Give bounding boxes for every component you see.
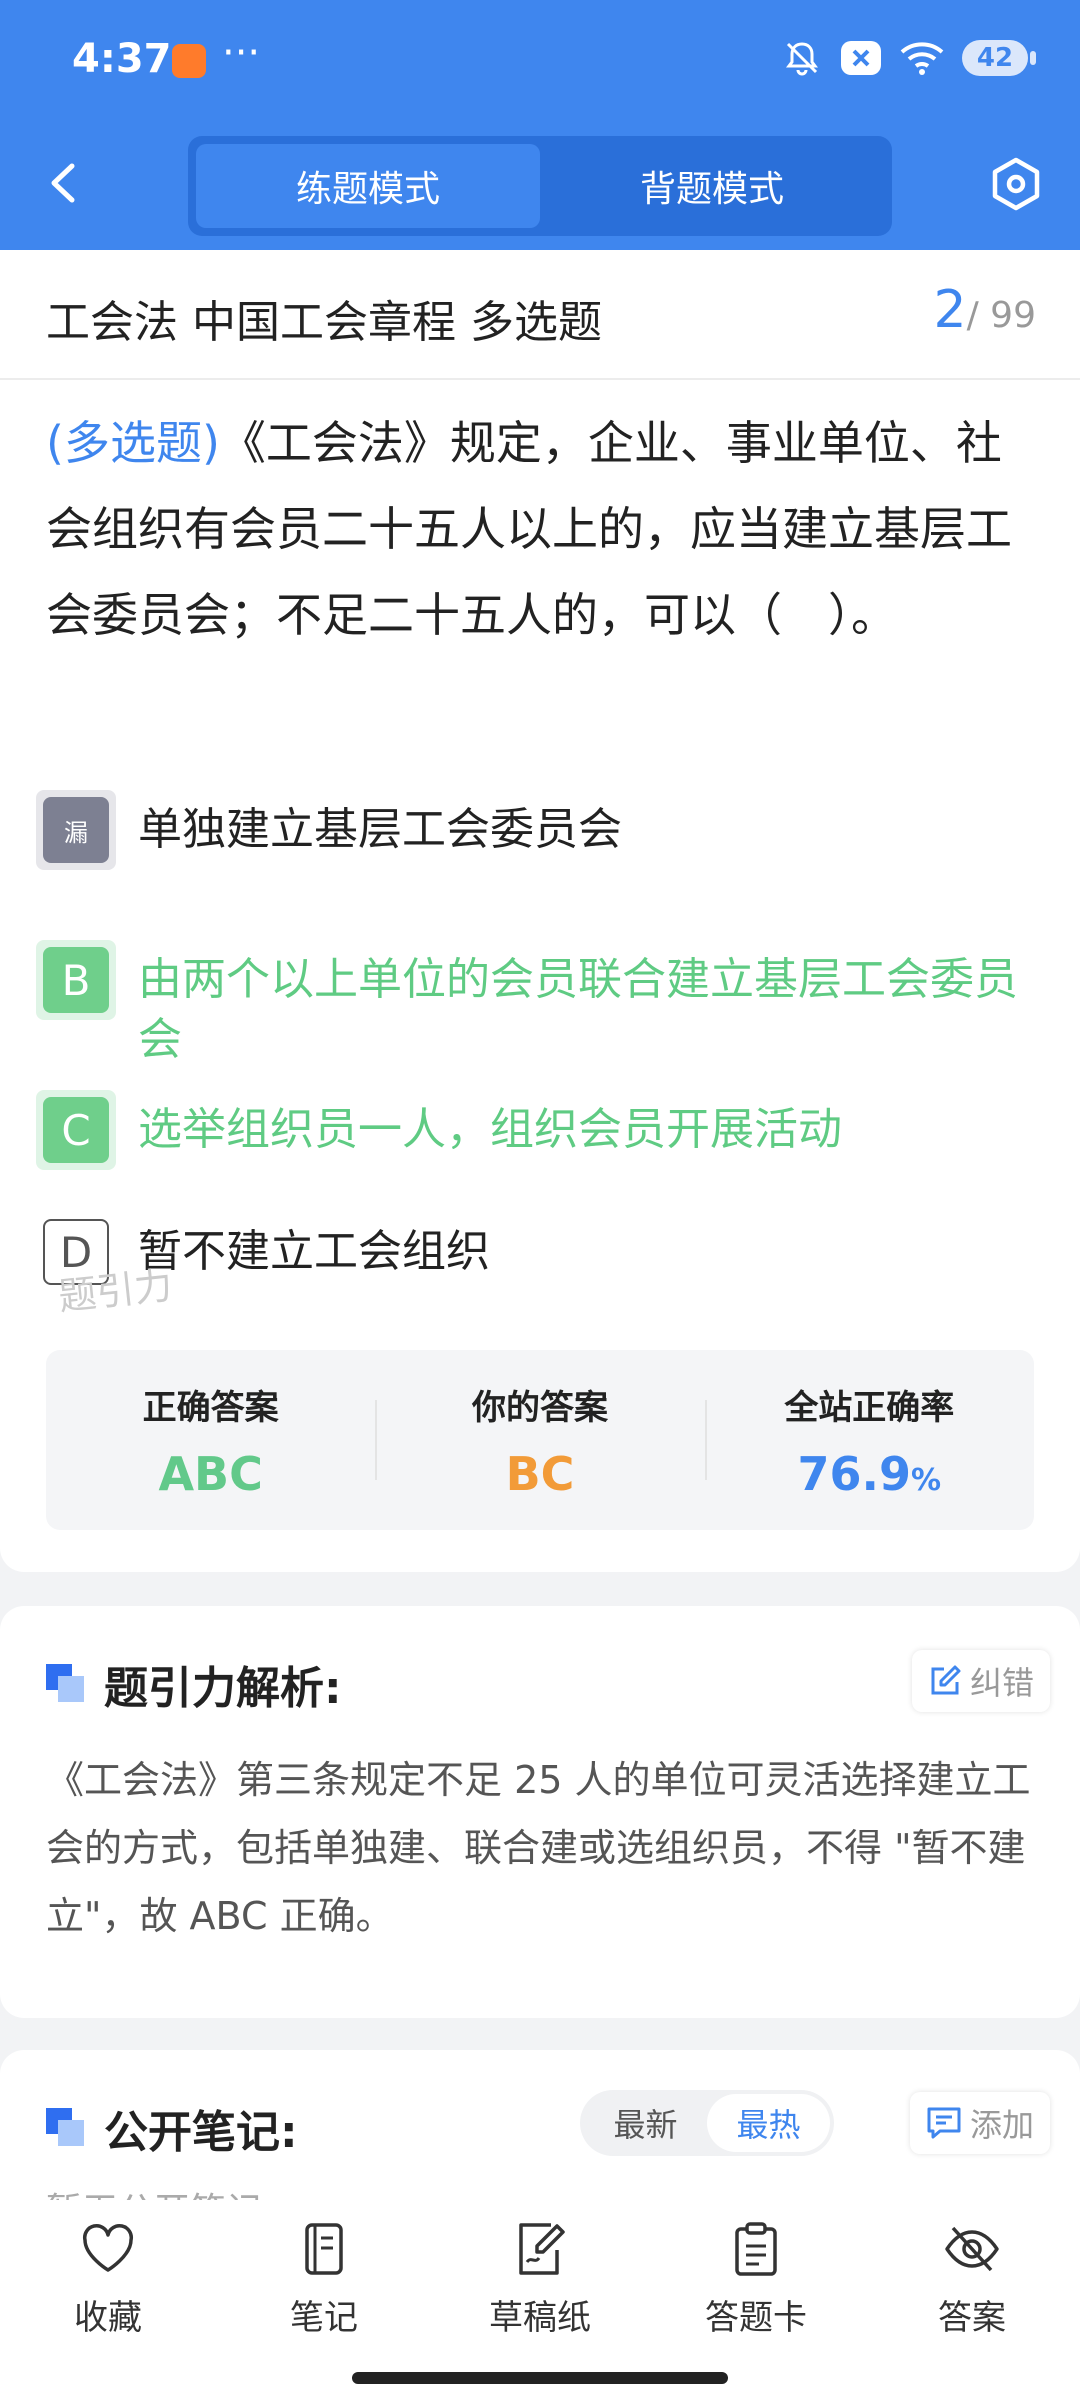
stat-correct-answer: 正确答案 ABC — [46, 1380, 375, 1501]
clipboard-icon — [735, 2222, 777, 2276]
stat-your-answer: 你的答案 BC — [375, 1380, 704, 1501]
sort-hottest[interactable]: 最热 — [707, 2094, 830, 2152]
nav-draft[interactable]: 草稿纸 — [432, 2220, 648, 2339]
nav-favorite[interactable]: 收藏 — [0, 2220, 216, 2339]
option-badge-missed: 漏 — [43, 797, 109, 863]
status-bar: 4:37 ··· 42 — [0, 0, 1080, 125]
option-text: 单独建立基层工会委员会 — [138, 804, 622, 855]
section-square-icon — [46, 2108, 86, 2148]
answer-stats: 正确答案 ABC 你的答案 BC 全站正确率 76.9% — [46, 1350, 1034, 1530]
question-text: (多选题)《工会法》规定，企业、事业单位、社会组织有会员二十五人以上的，应当建立… — [46, 400, 1036, 658]
your-answer-value: BC — [505, 1446, 575, 1501]
nav-notes[interactable]: 笔记 — [216, 2220, 432, 2339]
report-error-button[interactable]: 纠错 — [911, 1650, 1050, 1712]
option-text: 选举组织员一人，组织会员开展活动 — [138, 1104, 842, 1155]
app-header: 4:37 ··· 42 练题模式 背题模式 — [0, 0, 1080, 250]
draft-icon — [519, 2223, 565, 2275]
notes-sort-switch: 最新 最热 — [580, 2090, 834, 2156]
add-note-button[interactable]: 添加 — [909, 2092, 1050, 2154]
settings-hex-icon[interactable] — [988, 156, 1044, 212]
mute-bell-icon — [786, 42, 818, 76]
status-time: 4:37 — [72, 36, 172, 82]
notebook-icon — [305, 2223, 343, 2275]
current-question-number: 2 — [933, 280, 967, 340]
notes-title: 公开笔记: — [46, 2096, 298, 2160]
question-type: (多选题) — [46, 416, 220, 470]
option-text: 由两个以上单位的会员联合建立基层工会委员会 — [138, 954, 1018, 1065]
wifi-icon — [900, 42, 944, 75]
total-questions: / 99 — [966, 295, 1036, 336]
x-badge-icon — [841, 41, 881, 75]
nav-answer-toggle[interactable]: 答案 — [864, 2220, 1080, 2339]
comment-icon — [927, 2107, 961, 2139]
mode-switch: 练题模式 背题模式 — [188, 136, 892, 236]
tab-memorize-mode[interactable]: 背题模式 — [540, 144, 884, 228]
analysis-text: 《工会法》第三条规定不足 25 人的单位可灵活选择建立工会的方式，包括单独建、联… — [46, 1758, 1031, 1938]
accuracy-rate-value: 76.9% — [797, 1446, 942, 1501]
sort-newest[interactable]: 最新 — [584, 2094, 707, 2152]
option-a[interactable]: 漏 单独建立基层工会委员会 — [36, 790, 1046, 870]
subject-row: 工会法 中国工会章程 多选题 2/ 99 — [0, 250, 1080, 380]
option-d[interactable]: D 暂不建立工会组织 — [36, 1212, 1046, 1292]
option-b[interactable]: B 由两个以上单位的会员联合建立基层工会委员会 — [36, 940, 1046, 1070]
watermark: 题引力 — [56, 1263, 175, 1319]
option-badge-b: B — [43, 947, 109, 1013]
battery-indicator: 42 — [962, 40, 1036, 76]
section-square-icon — [46, 1664, 86, 1704]
notification-app-icon — [172, 44, 206, 78]
tab-practice-mode[interactable]: 练题模式 — [196, 144, 540, 228]
option-text: 暂不建立工会组织 — [138, 1226, 490, 1277]
back-arrow-icon[interactable] — [40, 158, 90, 208]
edit-icon — [931, 1665, 961, 1695]
question-pager[interactable]: 2/ 99 — [934, 280, 1036, 340]
stat-accuracy-rate: 全站正确率 76.9% — [704, 1380, 1034, 1501]
option-c[interactable]: C 选举组织员一人，组织会员开展活动 — [36, 1090, 1046, 1170]
analysis-title: 题引力解析: — [46, 1652, 342, 1716]
option-badge-c: C — [43, 1097, 109, 1163]
subject-title: 工会法 中国工会章程 多选题 — [46, 297, 602, 348]
more-notifications-icon: ··· — [222, 30, 261, 76]
question-card: 工会法 中国工会章程 多选题 2/ 99 (多选题)《工会法》规定，企业、事业单… — [0, 250, 1080, 1572]
bottom-toolbar: 收藏 笔记 草稿纸 答题卡 答案 — [0, 2200, 1080, 2400]
nav-answer-sheet[interactable]: 答题卡 — [648, 2220, 864, 2339]
correct-answer-value: ABC — [158, 1446, 263, 1501]
heart-icon — [82, 2224, 134, 2272]
analysis-card: 题引力解析: 纠错 《工会法》第三条规定不足 25 人的单位可灵活选择建立工会的… — [0, 1606, 1080, 2018]
home-indicator[interactable] — [352, 2372, 728, 2384]
eye-off-icon — [945, 2226, 999, 2272]
